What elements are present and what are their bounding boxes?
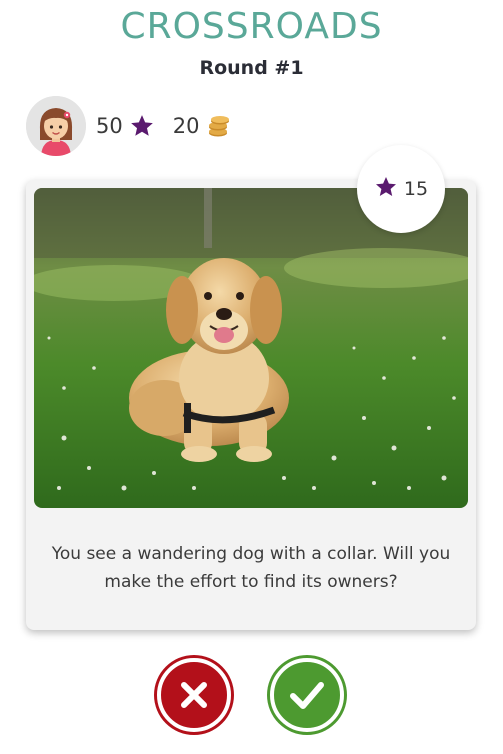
scenario-card: You see a wandering dog with a collar. W…: [26, 180, 476, 630]
player-stats: 50 20: [26, 96, 231, 156]
accept-button[interactable]: [270, 658, 344, 732]
star-count: 50: [96, 114, 123, 138]
reward-badge: 15: [357, 145, 445, 233]
round-label: Round #1: [199, 57, 304, 79]
scenario-question: You see a wandering dog with a collar. W…: [51, 544, 451, 592]
girl-avatar-icon: [26, 96, 86, 156]
x-icon: [181, 682, 207, 708]
star-icon: [129, 113, 155, 139]
game-title: CROSSROADS: [120, 6, 383, 47]
reward-star-count: 15: [403, 178, 429, 200]
check-icon: [290, 682, 324, 709]
coin-count: 20: [172, 114, 200, 138]
dog-photo: [34, 188, 468, 508]
reject-button[interactable]: [157, 658, 231, 732]
reward-star-icon: [374, 175, 398, 203]
avatar[interactable]: [26, 96, 86, 156]
coin-stack-icon: [205, 113, 231, 139]
